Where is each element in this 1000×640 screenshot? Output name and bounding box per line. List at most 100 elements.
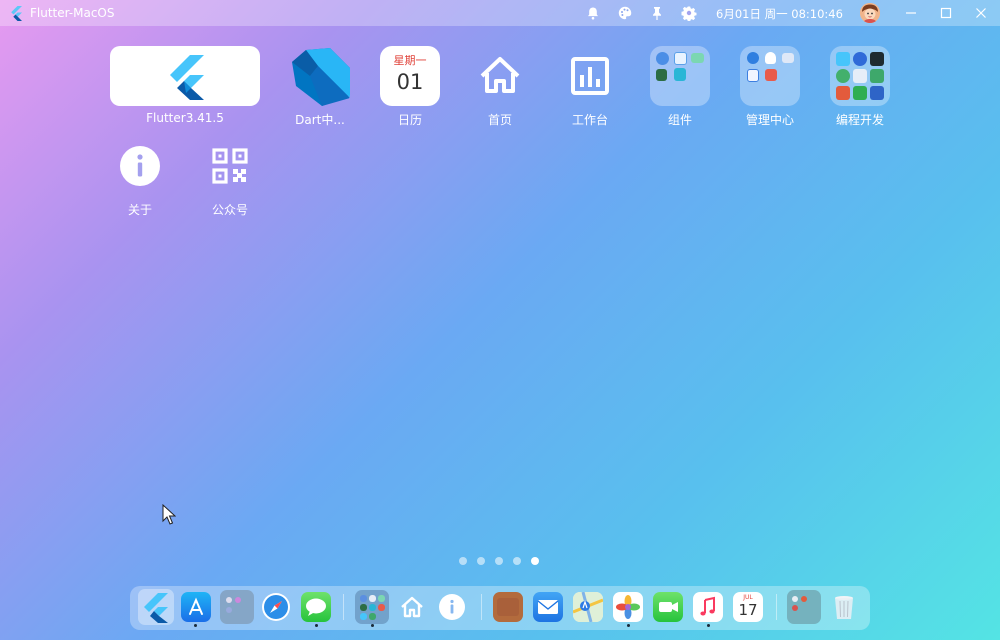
mini-app-icon: [360, 595, 367, 602]
maps-icon: [572, 591, 604, 623]
desktop-icon-flutter[interactable]: Flutter3.41.5: [110, 46, 260, 125]
cloud-app-icon: [782, 53, 794, 63]
desktop-folder-dev[interactable]: 编程开发: [815, 46, 905, 128]
dock-facetime[interactable]: [653, 592, 683, 622]
bar-chart-icon[interactable]: [560, 46, 620, 106]
desktop-folder-admin[interactable]: 管理中心: [725, 46, 815, 128]
home-icon[interactable]: [470, 46, 530, 106]
info-icon[interactable]: [110, 136, 170, 196]
qr-code-icon[interactable]: [200, 136, 260, 196]
mini-app-icon: [378, 604, 385, 611]
dock-separator: [776, 594, 777, 620]
palette-icon[interactable]: [617, 5, 633, 21]
desktop-icon-workbench[interactable]: 工作台: [545, 46, 635, 128]
desktop-icon-home[interactable]: 首页: [455, 46, 545, 128]
about-label: 关于: [127, 203, 152, 217]
mini-app-icon: [226, 607, 232, 613]
maximize-icon[interactable]: [937, 4, 955, 22]
trash-icon: [835, 596, 853, 619]
dev-label: 编程开发: [835, 113, 884, 127]
compass-icon: [262, 593, 290, 621]
close-icon[interactable]: [972, 4, 990, 22]
dock-flutter[interactable]: [138, 589, 174, 625]
desktop-icon-wechat-account[interactable]: 公众号: [185, 136, 275, 218]
book-app-icon: [656, 69, 667, 81]
chat-bubble-icon: [306, 598, 326, 616]
keyboard-app-icon: [691, 53, 704, 63]
pin-icon[interactable]: [649, 5, 665, 21]
admin-label: 管理中心: [745, 113, 794, 127]
desktop-folder-components[interactable]: 组件: [635, 46, 725, 128]
dock-folder-3[interactable]: [787, 590, 821, 624]
mini-app-icon: [360, 613, 367, 620]
wechat-app-icon: [853, 86, 867, 100]
admin-folder-tile[interactable]: [740, 46, 800, 106]
page-dot-4[interactable]: [513, 557, 521, 565]
mini-app-icon: [801, 596, 807, 602]
info-icon: [439, 594, 465, 620]
clock: 6月01日 周一 08:10:46: [716, 7, 843, 21]
user-app-icon: [747, 52, 759, 64]
tools-app-icon: [853, 69, 867, 83]
form-app-icon: [674, 52, 687, 65]
flutter-logo-icon: [170, 55, 204, 100]
flutter-label: Flutter3.41.5: [146, 111, 224, 125]
desktop-icon-dart[interactable]: Dart中...: [275, 46, 365, 128]
running-indicator: [315, 624, 318, 627]
avatar-app-icon: [870, 52, 884, 66]
mini-app-icon: [369, 595, 376, 602]
dock-notes[interactable]: [493, 592, 523, 622]
mini-app-icon: [360, 604, 367, 611]
page-dot-1[interactable]: [459, 557, 467, 565]
calendar-label: 日历: [397, 113, 422, 127]
dock-photos[interactable]: [613, 592, 643, 622]
desktop-icon-about[interactable]: 关于: [95, 136, 185, 218]
dock-maps[interactable]: [572, 591, 604, 623]
home-icon: [401, 596, 423, 618]
notebook-icon: [497, 598, 519, 616]
mouse-cursor-icon: [162, 504, 176, 525]
dock-mail[interactable]: [533, 592, 563, 622]
running-indicator: [371, 624, 374, 627]
dock-app-store[interactable]: [181, 592, 211, 622]
dock-about[interactable]: [437, 592, 467, 622]
dock-messages[interactable]: [301, 592, 331, 622]
mini-app-icon: [792, 596, 798, 602]
bell-icon[interactable]: [585, 5, 601, 21]
dev-folder-tile[interactable]: [830, 46, 890, 106]
dock-safari[interactable]: [261, 592, 291, 622]
dock-folder-2[interactable]: [355, 590, 389, 624]
react-app-icon: [870, 86, 884, 100]
dock-calendar[interactable]: JUL 17: [733, 592, 763, 622]
desktop-icon-calendar[interactable]: 星期一 01 日历: [365, 46, 455, 128]
running-indicator: [194, 624, 197, 627]
vue-app-icon: [836, 69, 850, 83]
components-folder-tile[interactable]: [650, 46, 710, 106]
user-avatar[interactable]: [860, 3, 880, 23]
dart-logo-icon[interactable]: [290, 46, 350, 106]
wechat-account-label: 公众号: [211, 203, 248, 217]
page-dot-3[interactable]: [495, 557, 503, 565]
dock-music[interactable]: [693, 592, 723, 622]
dock-home[interactable]: [397, 592, 427, 622]
mini-app-icon: [226, 597, 232, 603]
calendar-tile[interactable]: 星期一 01: [380, 46, 440, 106]
go-app-icon: [853, 52, 867, 66]
doc-app-icon: [747, 69, 759, 82]
running-indicator: [627, 624, 630, 627]
dock-trash[interactable]: [829, 592, 859, 622]
gear-icon[interactable]: [681, 5, 697, 21]
app-store-icon: [189, 597, 203, 615]
mini-app-icon: [369, 613, 376, 620]
mini-app-icon: [792, 605, 798, 611]
dock-separator: [481, 594, 482, 620]
minimize-icon[interactable]: [902, 4, 920, 22]
mail-icon: [537, 600, 559, 614]
avatar-face-icon: [860, 3, 880, 23]
mini-app-icon: [235, 597, 241, 603]
dock-folder-1[interactable]: [220, 590, 254, 624]
page-dot-5-active[interactable]: [531, 557, 539, 565]
page-dot-2[interactable]: [477, 557, 485, 565]
home-label: 首页: [487, 113, 512, 127]
flutter-tile[interactable]: [110, 46, 260, 106]
